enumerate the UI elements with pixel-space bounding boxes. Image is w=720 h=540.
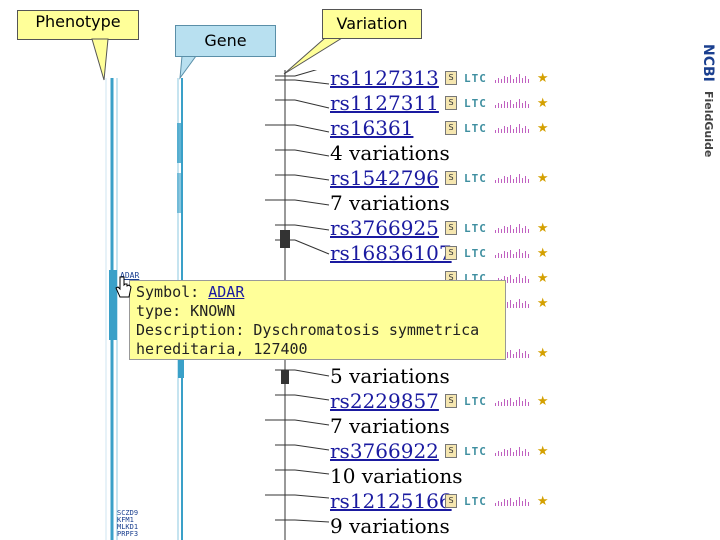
snp-icon[interactable]: S — [445, 394, 457, 408]
gene-callout: Gene — [175, 25, 276, 57]
variation-icons: S LTC ★ — [445, 216, 549, 240]
ltc-icon[interactable]: LTC — [464, 247, 487, 260]
variation-group-text[interactable]: 7 variations — [330, 414, 450, 438]
ltc-icon[interactable]: LTC — [464, 495, 487, 508]
ltc-icon[interactable]: LTC — [464, 72, 487, 85]
variation-row[interactable]: rs1542796 — [330, 166, 439, 190]
bar-graph-icon[interactable] — [494, 396, 531, 406]
bar-graph-icon[interactable] — [494, 173, 531, 183]
variation-group-text[interactable]: 10 variations — [330, 464, 463, 488]
star-icon[interactable]: ★ — [537, 71, 549, 86]
phenotype-bottom-labels: SCZD9 KFM1 MLKD1 PRPF3 — [117, 510, 138, 538]
bar-graph-icon[interactable] — [494, 98, 531, 108]
variation-icons: S LTC ★ — [445, 91, 549, 115]
tooltip-description-line1: Description: Dyschromatosis symmetrica — [136, 321, 480, 339]
tooltip-description-line2: hereditaria, 127400 — [136, 340, 308, 358]
star-icon[interactable]: ★ — [537, 346, 549, 361]
bar-graph-icon[interactable] — [494, 73, 531, 83]
star-icon[interactable]: ★ — [537, 394, 549, 409]
gene-tooltip: Symbol: ADAR type: KNOWN Description: Dy… — [129, 280, 506, 360]
ltc-icon[interactable]: LTC — [464, 445, 487, 458]
variation-row[interactable]: 5 variations — [330, 364, 450, 388]
variation-row[interactable]: rs16361 — [330, 116, 413, 140]
star-icon[interactable]: ★ — [537, 444, 549, 459]
variation-group-text[interactable]: 5 variations — [330, 364, 450, 388]
snp-icon[interactable]: S — [445, 246, 457, 260]
star-icon[interactable]: ★ — [537, 96, 549, 111]
variation-row[interactable]: rs2229857 — [330, 389, 439, 413]
bar-graph-icon[interactable] — [494, 446, 531, 456]
star-icon[interactable]: ★ — [537, 246, 549, 261]
bar-graph-icon[interactable] — [494, 123, 531, 133]
tooltip-symbol-link[interactable]: ADAR — [208, 283, 244, 301]
snp-icon[interactable]: S — [445, 494, 457, 508]
bar-graph-icon[interactable] — [494, 496, 531, 506]
variation-row[interactable]: 7 variations — [330, 191, 450, 215]
variation-icons: S LTC ★ — [445, 166, 549, 190]
bar-graph-icon[interactable] — [494, 223, 531, 233]
variation-icons: S LTC ★ — [445, 489, 549, 513]
variation-link[interactable]: rs1127311 — [330, 91, 439, 115]
variation-link[interactable]: rs16836107 — [330, 241, 452, 265]
variation-row[interactable]: rs1127311 — [330, 91, 439, 115]
ltc-icon[interactable]: LTC — [464, 97, 487, 110]
variation-link[interactable]: rs1127313 — [330, 66, 439, 90]
variation-icons: S LTC ★ — [445, 241, 549, 265]
snp-icon[interactable]: S — [445, 221, 457, 235]
bar-graph-icon[interactable] — [494, 248, 531, 258]
variation-link[interactable]: rs3766925 — [330, 216, 439, 240]
star-icon[interactable]: ★ — [537, 494, 549, 509]
variation-row[interactable]: rs16836107 — [330, 241, 452, 265]
variation-row[interactable]: rs12125166 — [330, 489, 452, 513]
variation-callout: Variation — [322, 9, 422, 39]
variation-row[interactable]: 7 variations — [330, 414, 450, 438]
ltc-icon[interactable]: LTC — [464, 172, 487, 185]
variation-link[interactable]: rs12125166 — [330, 489, 452, 513]
brand-name: NCBI — [700, 44, 716, 82]
gene-callout-label: Gene — [204, 31, 247, 50]
snp-icon[interactable]: S — [445, 444, 457, 458]
ltc-icon[interactable]: LTC — [464, 122, 487, 135]
snp-icon[interactable]: S — [445, 96, 457, 110]
star-icon[interactable]: ★ — [537, 221, 549, 236]
variation-row[interactable]: rs3766925 — [330, 216, 439, 240]
ltc-icon[interactable]: LTC — [464, 395, 487, 408]
star-icon[interactable]: ★ — [537, 296, 549, 311]
variation-link[interactable]: rs3766922 — [330, 439, 439, 463]
variation-group-text[interactable]: 7 variations — [330, 191, 450, 215]
phenotype-label-prpf3[interactable]: PRPF3 — [117, 531, 138, 538]
phenotype-track[interactable] — [100, 78, 130, 540]
variation-row[interactable]: 4 variations — [330, 141, 450, 165]
tooltip-symbol-label: Symbol: — [136, 283, 200, 301]
variation-icons: S LTC ★ — [445, 66, 549, 90]
variation-group-text[interactable]: 4 variations — [330, 141, 450, 165]
variation-row[interactable]: 9 variations — [330, 514, 450, 538]
variation-row[interactable]: rs3766922 — [330, 439, 439, 463]
variation-icons: S LTC ★ — [445, 389, 549, 413]
tooltip-type: type: KNOWN — [136, 302, 236, 320]
ltc-icon[interactable]: LTC — [464, 222, 487, 235]
variation-icons: S LTC ★ — [445, 116, 549, 140]
variation-row[interactable]: 10 variations — [330, 464, 463, 488]
snp-icon[interactable]: S — [445, 71, 457, 85]
ncbi-fieldguide-brand: NCBI FieldGuide — [699, 44, 718, 157]
hand-cursor-icon — [115, 276, 132, 298]
star-icon[interactable]: ★ — [537, 121, 549, 136]
variation-link[interactable]: rs2229857 — [330, 389, 439, 413]
variation-group-text[interactable]: 9 variations — [330, 514, 450, 538]
snp-icon[interactable]: S — [445, 171, 457, 185]
brand-product: FieldGuide — [702, 90, 715, 158]
snp-icon[interactable]: S — [445, 121, 457, 135]
star-icon[interactable]: ★ — [537, 271, 549, 286]
variation-link[interactable]: rs16361 — [330, 116, 413, 140]
star-icon[interactable]: ★ — [537, 171, 549, 186]
variation-row[interactable]: rs1127313 — [330, 66, 439, 90]
variation-callout-label: Variation — [336, 14, 408, 33]
variation-link[interactable]: rs1542796 — [330, 166, 439, 190]
variation-icons: S LTC ★ — [445, 439, 549, 463]
